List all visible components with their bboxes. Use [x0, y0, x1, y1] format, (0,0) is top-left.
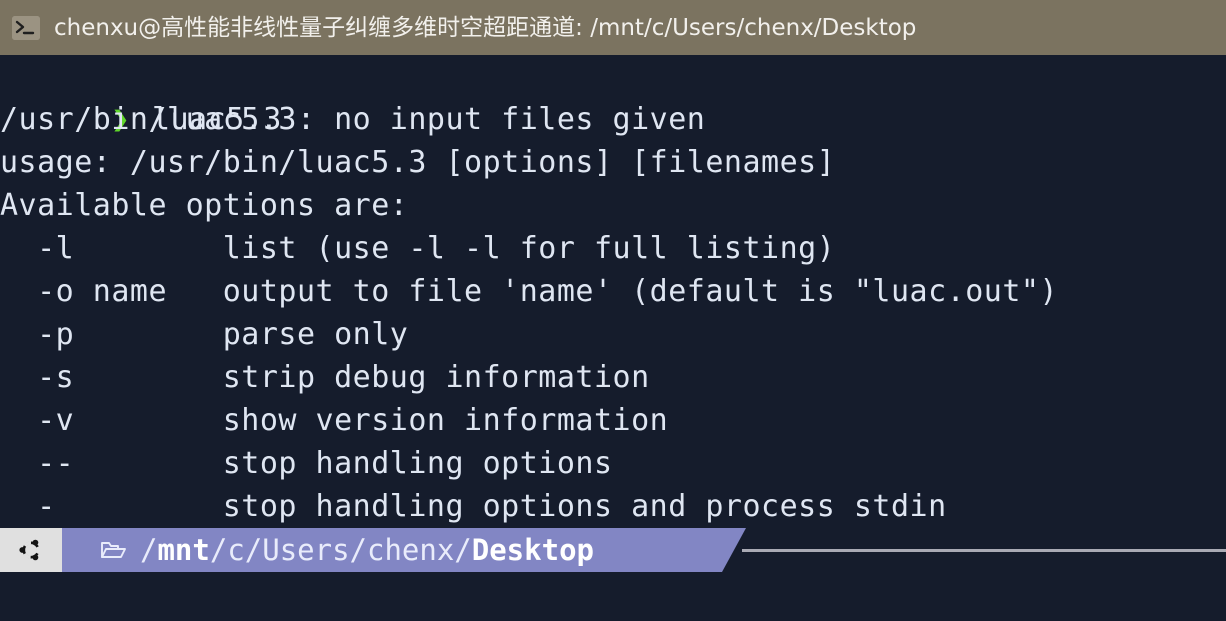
- command-line: ❯ luac5.3: [0, 55, 1226, 137]
- output-line: - stop handling options and process stdi…: [0, 489, 947, 524]
- path-highlight-mnt: mnt: [157, 533, 210, 567]
- statusbar-rule: [742, 549, 1226, 552]
- output-line: -- stop handling options: [0, 446, 613, 481]
- path-middle: /c/Users/chenx/: [209, 533, 472, 567]
- output-line: /usr/bin/luac5.3: no input files given: [0, 102, 706, 137]
- active-prompt-line[interactable]: ❯: [0, 576, 1226, 619]
- output-line: -o name output to file 'name' (default i…: [0, 274, 1059, 309]
- window-title: chenxu@高性能非线性量子纠缠多维时空超距通道: /mnt/c/Users/…: [54, 14, 917, 41]
- terminal-console-icon: [12, 15, 40, 40]
- output-line: -v show version information: [0, 403, 669, 438]
- folder-open-icon: [100, 539, 126, 561]
- titlebar: chenxu@高性能非线性量子纠缠多维时空超距通道: /mnt/c/Users/…: [0, 0, 1226, 55]
- ubuntu-logo-icon: [0, 528, 62, 572]
- powerline-path-segment: / mnt/c/Users/chenx/Desktop: [62, 528, 722, 572]
- output-line: Available options are:: [0, 188, 409, 223]
- output-line: -p parse only: [0, 317, 409, 352]
- output-line: usage: /usr/bin/luac5.3 [options] [filen…: [0, 145, 836, 180]
- output-line: -s strip debug information: [0, 360, 650, 395]
- path-highlight-desktop: Desktop: [471, 533, 594, 567]
- output-line: -l list (use -l -l for full listing): [0, 231, 836, 266]
- powerline-statusbar: / mnt/c/Users/chenx/Desktop: [0, 528, 1226, 572]
- path-prefix: /: [140, 533, 158, 567]
- terminal-body[interactable]: ❯ luac5.3 /usr/bin/luac5.3: no input file…: [0, 55, 1226, 621]
- terminal-window: chenxu@高性能非线性量子纠缠多维时空超距通道: /mnt/c/Users/…: [0, 0, 1226, 621]
